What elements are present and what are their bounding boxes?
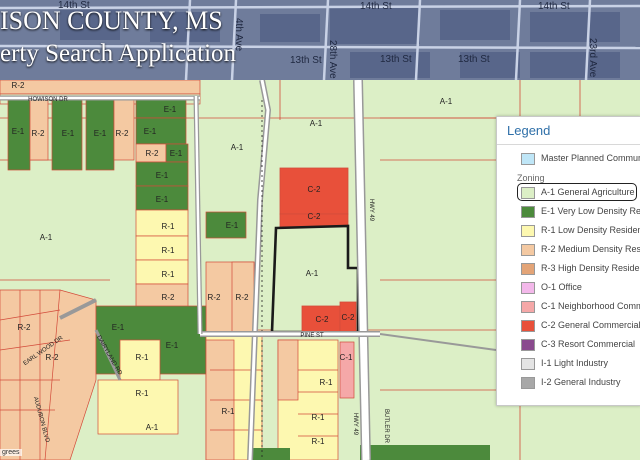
street-label: 28th Ave [327,40,338,79]
legend-swatch [521,358,535,370]
legend-swatch [521,263,535,275]
legend-item-master-planned: Master Planned Communi [497,151,640,167]
road-label: BUTLER DR [383,409,389,444]
legend-label: I-1 Light Industry [541,358,609,368]
zone-label: C-2 [316,315,329,324]
zone-label: R-2 [116,129,129,138]
zone-label: R-1 [136,353,149,362]
zone-label: C-2 [308,185,321,194]
zone-label: R-2 [146,149,159,158]
road-label: HOWISON DR [28,97,68,103]
street-label: 14th St [360,1,392,12]
legend-swatch [521,377,535,389]
zone-label: R-1 [162,222,175,231]
app-title-application: erty Search Application [0,40,237,67]
zone-label: R-2 [236,293,249,302]
legend-label: O-1 Office [541,282,582,292]
legend-label: C-1 Neighborhood Comm [541,301,640,311]
legend-swatch [521,153,535,165]
zone-label: E-1 [166,341,179,350]
legend-swatch [521,225,535,237]
zone-label: E-1 [94,129,107,138]
zone-label: E-1 [62,129,75,138]
street-label: 14th St [538,1,570,12]
legend-item: C-2 General Commercial [497,318,640,334]
zone-label: R-1 [312,437,325,446]
zone-label: A-1 [146,423,159,432]
legend-item: R-2 Medium Density Resi [497,242,640,258]
zone-label: E-1 [112,323,125,332]
legend-swatch [521,206,535,218]
zone-label: C-2 [342,313,355,322]
road-label: HWY 49 [352,413,358,436]
legend-item: C-1 Neighborhood Comm [497,299,640,315]
road-label: HWY 49 [368,199,374,222]
legend-swatch [521,282,535,294]
road-label: PINE ST [300,333,324,339]
legend-swatch [521,339,535,351]
zone-label: C-2 [308,212,321,221]
scale-label: grees [0,449,22,456]
legend-item: I-2 General Industry [497,375,640,391]
zone-label: R-2 [208,293,221,302]
zone-label: R-2 [162,293,175,302]
legend-panel: Legend Master Planned Communi Zoning A-1… [496,116,640,406]
zone-label: R-1 [222,407,235,416]
zone-label: E-1 [156,171,169,180]
zone-label: A-1 [310,119,323,128]
legend-zoning-heading: Zoning [517,173,545,183]
legend-swatch [521,187,535,199]
street-label: 13th St [290,55,322,66]
legend-label: A-1 General Agriculture [541,187,635,197]
zone-label: A-1 [40,233,53,242]
legend-item: O-1 Office [497,280,640,296]
street-label: 13th St [458,54,490,65]
legend-label: C-3 Resort Commercial [541,339,636,349]
zone-label: E-1 [170,149,183,158]
zone-label: A-1 [306,269,319,278]
legend-swatch [521,320,535,332]
legend-item: E-1 Very Low Density Resi [497,204,640,220]
zone-label: E-1 [226,221,239,230]
street-label: 13th St [380,54,412,65]
legend-title: Legend [507,123,551,138]
zone-label: R-1 [320,378,333,387]
legend-label: R-1 Low Density Residen [541,225,640,235]
zone-label: A-1 [440,97,453,106]
legend-label: E-1 Very Low Density Resi [541,206,640,216]
zone-label: R-1 [312,413,325,422]
legend-item: C-3 Resort Commercial [497,337,640,353]
zone-label: R-2 [46,353,59,362]
zone-label: E-1 [144,127,157,136]
legend-label: R-2 Medium Density Resi [541,244,640,254]
app-title-county: ISON COUNTY, MS [0,6,223,35]
legend-swatch [521,244,535,256]
legend-item: R-1 Low Density Residen [497,223,640,239]
zone-label: C-1 [340,353,353,362]
zone-label: R-1 [162,270,175,279]
zone-label: E-1 [156,195,169,204]
zone-label: R-1 [136,389,149,398]
legend-swatch [521,301,535,313]
legend-divider [497,144,640,145]
legend-label: I-2 General Industry [541,377,621,387]
legend-label: C-2 General Commercial [541,320,640,330]
zone-label: R-2 [32,129,45,138]
zone-label: R-2 [12,81,25,90]
zone-label: R-2 [18,323,31,332]
app-banner: 14th St 14th St 14th St 13th St 13th St … [0,0,640,80]
legend-item: A-1 General Agriculture [497,185,640,201]
legend-item: R-3 High Density Residen [497,261,640,277]
street-label: 23rd Ave [587,38,598,78]
zone-label: A-1 [231,143,244,152]
legend-label: R-3 High Density Residen [541,263,640,273]
legend-item: I-1 Light Industry [497,356,640,372]
zone-label: E-1 [164,105,177,114]
zone-label: R-1 [162,246,175,255]
zone-label: E-1 [12,127,25,136]
legend-label: Master Planned Communi [541,153,640,163]
